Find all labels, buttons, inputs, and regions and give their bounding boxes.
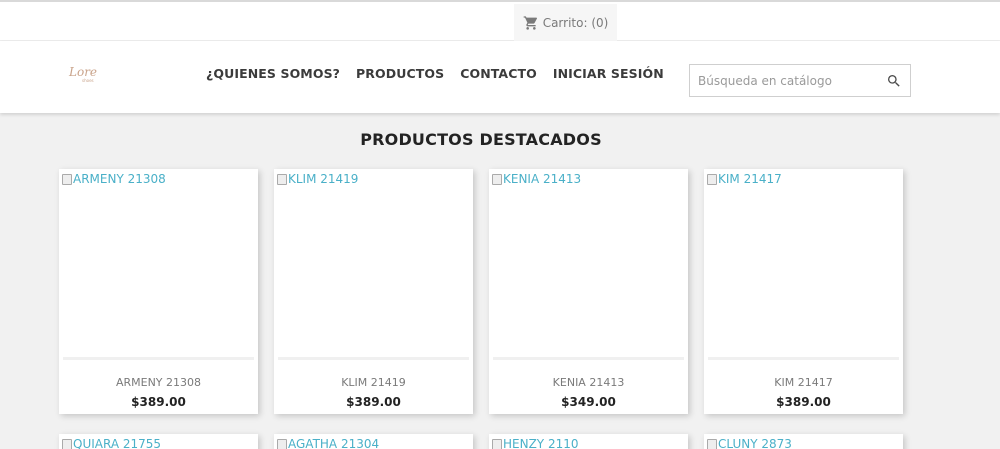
product-image[interactable]: CLUNY 2873 [707,437,792,449]
nav-item-quienes-somos[interactable]: ¿QUIENES SOMOS? [206,66,340,81]
product-card[interactable]: AGATHA 21304 [274,434,473,449]
product-name[interactable]: ARMENY 21308 [59,376,258,389]
cart-label: Carrito: (0) [542,16,609,30]
broken-image-icon [62,438,72,449]
product-image-alt: KLIM 21419 [288,172,359,186]
product-image[interactable]: KIM 21417 [707,172,782,186]
broken-image-icon [277,173,287,185]
product-image-alt: KENIA 21413 [503,172,582,186]
nav-item-contacto[interactable]: CONTACTO [460,66,537,81]
cart-icon [523,16,537,30]
product-card[interactable]: HENZY 2110 [489,434,688,449]
svg-text:shoes: shoes [82,78,94,83]
divider [708,357,899,360]
nav-item-productos[interactable]: PRODUCTOS [356,66,444,81]
divider [63,357,254,360]
product-image[interactable]: HENZY 2110 [492,437,579,449]
svg-text:Lore: Lore [68,65,97,79]
brand-logo[interactable]: Lore shoes [66,63,110,85]
nav-item-iniciar-sesion[interactable]: INICIAR SESIÓN [553,66,664,81]
product-image-alt: AGATHA 21304 [288,437,380,449]
product-image-alt: ARMENY 21308 [73,172,166,186]
product-card[interactable]: KLIM 21419 KLIM 21419 $389.00 [274,169,473,414]
product-image[interactable]: KENIA 21413 [492,172,581,186]
broken-image-icon [277,438,287,449]
product-image[interactable]: AGATHA 21304 [277,437,379,449]
broken-image-icon [707,173,717,185]
divider [278,357,469,360]
product-price: $389.00 [776,395,831,409]
broken-image-icon [707,438,717,449]
product-image[interactable]: KLIM 21419 [277,172,358,186]
product-price: $389.00 [131,395,186,409]
product-name[interactable]: KENIA 21413 [489,376,688,389]
product-name[interactable]: KIM 21417 [704,376,903,389]
cart-button[interactable]: Carrito: (0) [514,4,617,42]
product-image-alt: QUIARA 21755 [73,437,162,449]
broken-image-icon [62,173,72,185]
site-header: Lore shoes ¿QUIENES SOMOS? PRODUCTOS CON… [0,41,1000,113]
product-image[interactable]: ARMENY 21308 [62,172,166,186]
product-price: $389.00 [346,395,401,409]
search-icon[interactable] [886,73,902,89]
product-price: $349.00 [561,395,616,409]
product-image-alt: KIM 21417 [718,172,782,186]
product-name[interactable]: KLIM 21419 [274,376,473,389]
product-card[interactable]: KENIA 21413 KENIA 21413 $349.00 [489,169,688,414]
product-image-alt: CLUNY 2873 [718,437,792,449]
top-bar: Carrito: (0) [0,0,1000,42]
search-input[interactable] [698,65,878,96]
product-image[interactable]: QUIARA 21755 [62,437,161,449]
main-nav: ¿QUIENES SOMOS? PRODUCTOS CONTACTO INICI… [206,66,664,81]
product-card[interactable]: CLUNY 2873 [704,434,903,449]
product-card[interactable]: ARMENY 21308 ARMENY 21308 $389.00 [59,169,258,414]
section-title: PRODUCTOS DESTACADOS [360,130,602,149]
product-card[interactable]: KIM 21417 KIM 21417 $389.00 [704,169,903,414]
broken-image-icon [492,173,502,185]
product-card[interactable]: QUIARA 21755 [59,434,258,449]
divider [493,357,684,360]
product-image-alt: HENZY 2110 [503,437,579,449]
broken-image-icon [492,438,502,449]
search-box [689,64,911,97]
